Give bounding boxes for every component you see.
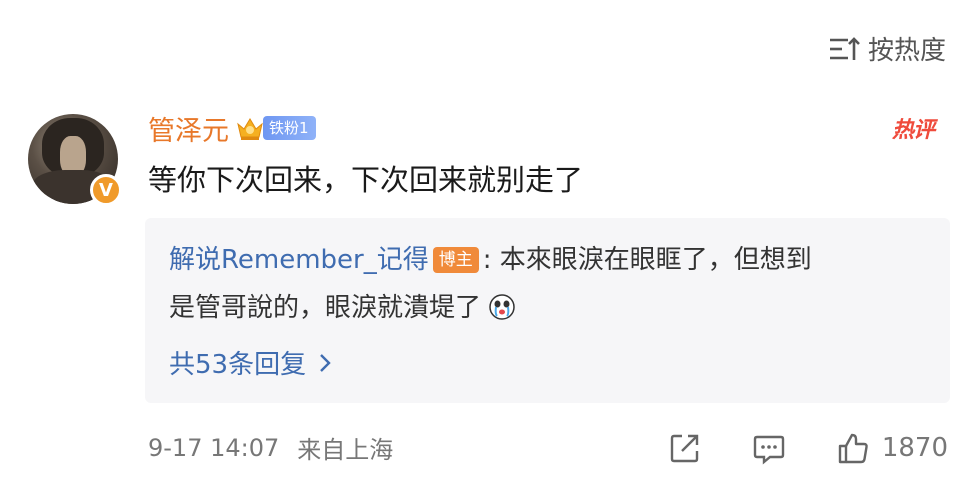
reply-separator: : [482,245,492,275]
comment-author[interactable]: 管泽元 [148,109,229,148]
view-replies-link[interactable]: 共53条回复 [169,344,332,381]
verified-icon: V [90,174,122,206]
like-button[interactable]: 1870 [836,431,948,465]
share-icon [670,434,699,462]
sort-label: 按热度 [867,36,946,66]
comment-button[interactable] [752,431,786,465]
crown-icon [237,118,263,140]
reply-preview[interactable]: 解说Remember_记得 博主: 本來眼淚在眼眶了，但想到 是管哥說的，眼淚就潰… [145,218,950,403]
chevron-right-icon [320,353,331,372]
location-source: 来自上海 [297,436,394,464]
crying-emoji-icon [489,294,516,320]
timestamp: 9-17 14:07 [148,433,280,462]
hot-comment-tag: 热评 [891,118,935,143]
sort-icon [829,36,860,60]
comment-meta: 9-17 14:07 来自上海 1870 [148,430,948,465]
thumbs-up-icon [838,433,868,463]
sort-by-heat-button[interactable]: 按热度 [828,30,946,67]
reply-count: 共53条回复 [169,350,307,380]
comment-text: 等你下次回来，下次回来就别走了 [148,163,584,197]
fan-level-badge: 铁粉1 [263,116,316,140]
blogger-badge: 博主 [432,247,479,273]
hot-comment: V 热评 管泽元 铁粉1 等你下次回来，下次回来就别走了 解说Remember_… [28,108,950,403]
comment-icon [753,435,785,465]
reply-author[interactable]: 解说Remember_记得 [169,245,429,275]
reply-text-line-1: 本來眼淚在眼眶了，但想到 [499,245,812,275]
reply-text-line-2: 是管哥說的，眼淚就潰堤了 [169,293,482,323]
like-count: 1870 [881,432,948,463]
avatar[interactable]: V [28,114,122,206]
share-button[interactable] [668,431,702,465]
